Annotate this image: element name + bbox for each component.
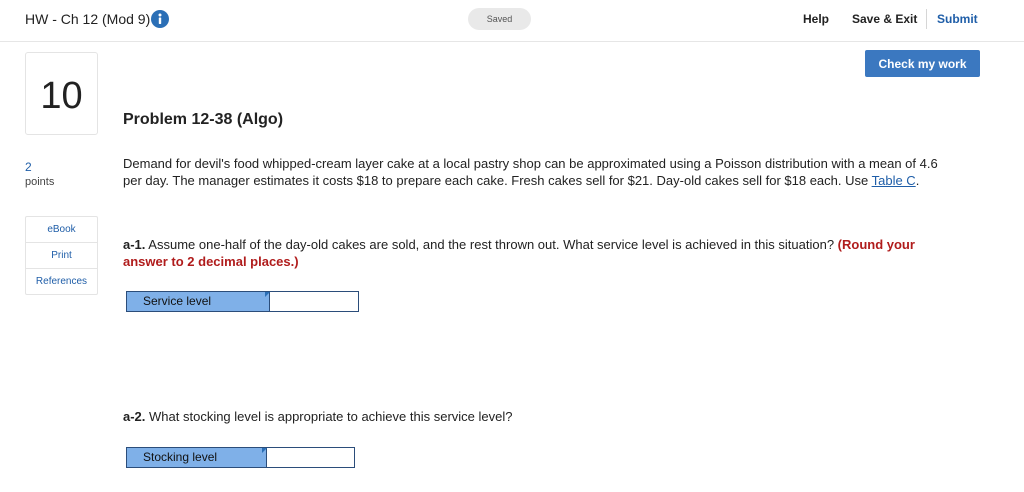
save-exit-link[interactable]: Save & Exit [852,12,917,26]
question-a2-label: a-2. [123,409,146,424]
service-level-label-cell: Service level [127,292,270,311]
submit-link[interactable]: Submit [937,12,978,26]
points-value: 2 [25,160,32,174]
top-bar: HW - Ch 12 (Mod 9) Saved Help Save & Exi… [0,0,1024,42]
saved-status-badge: Saved [468,8,531,30]
table-c-link[interactable]: Table C [872,173,916,188]
question-a1-text: Assume one-half of the day-old cakes are… [145,237,838,252]
problem-text-end: . [915,172,920,188]
question-a2: a-2. What stocking level is appropriate … [123,409,953,426]
stocking-level-label-cell: Stocking level [127,448,267,467]
problem-title: Problem 12-38 (Algo) [123,111,284,128]
ebook-link[interactable]: eBook [26,217,97,243]
stocking-level-answer-row: Stocking level [126,447,355,468]
info-icon[interactable] [151,10,169,28]
problem-statement: Demand for devil's food whipped-cream la… [123,156,953,189]
service-level-input[interactable] [270,292,358,311]
question-a1: a-1. Assume one-half of the day-old cake… [123,237,953,270]
stocking-level-label: Stocking level [143,450,218,464]
references-link[interactable]: References [26,269,97,295]
nav-divider [926,9,927,29]
service-level-answer-row: Service level [126,291,359,312]
flag-icon [265,292,270,297]
question-number: 10 [40,75,83,117]
question-number-box: 10 [25,52,98,135]
question-a1-label: a-1. [123,237,146,252]
points-label: points [25,176,55,188]
check-my-work-button[interactable]: Check my work [865,50,980,77]
flag-icon [262,448,267,453]
question-a2-text: What stocking level is appropriate to ac… [145,409,513,424]
problem-text: Demand for devil's food whipped-cream la… [123,156,938,188]
service-level-label: Service level [143,294,212,308]
help-link[interactable]: Help [803,12,829,26]
assignment-title: HW - Ch 12 (Mod 9) [25,11,151,27]
resources-panel: eBook Print References [25,216,98,295]
print-link[interactable]: Print [26,243,97,269]
stocking-level-input[interactable] [267,448,354,467]
